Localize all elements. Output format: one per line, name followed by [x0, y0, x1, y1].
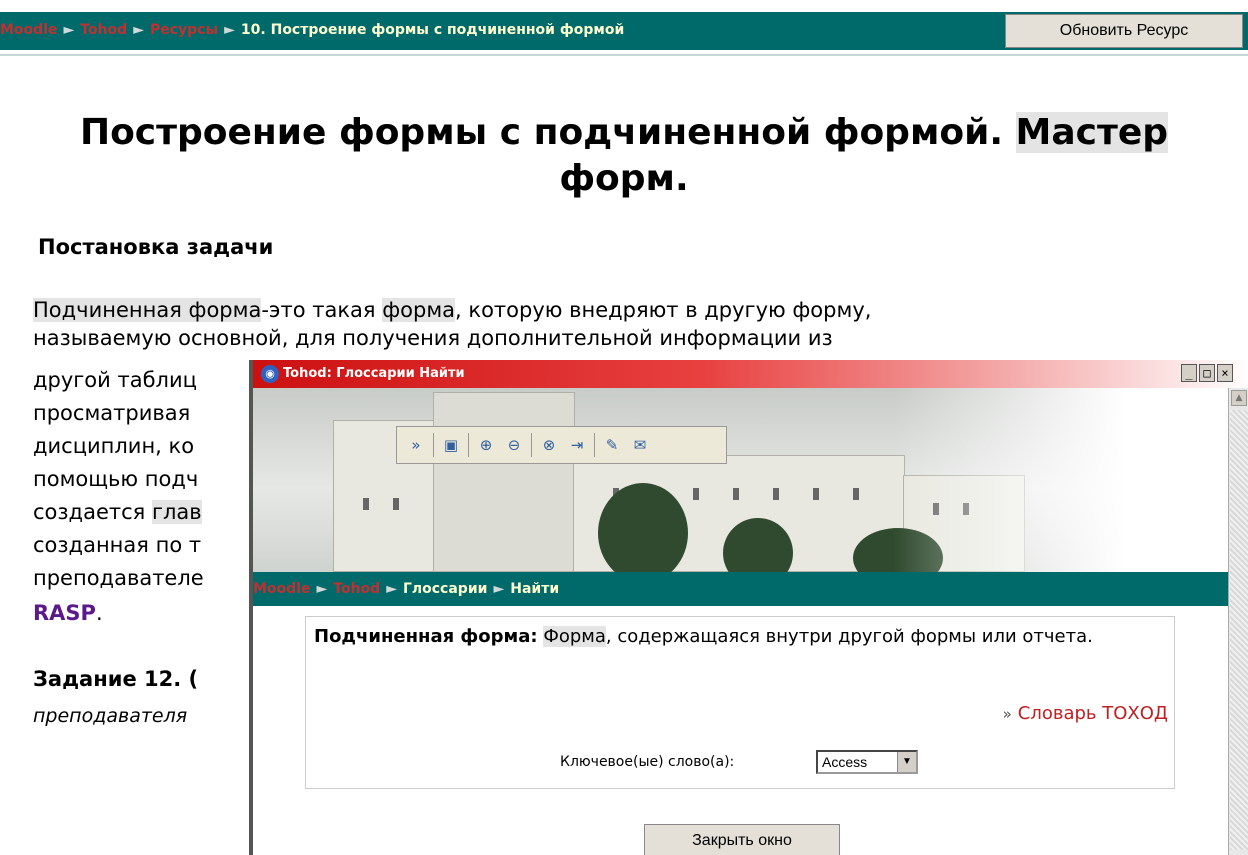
glossary-term-link[interactable]: Подчиненная форма: [33, 298, 262, 322]
glossary-popup-window: ◉ Tohod: Глоссарии Найти _ □ × » ▣ ⊕ ⊖ ⊗…: [249, 360, 1248, 855]
glossary-term-link[interactable]: глав: [151, 500, 202, 524]
zoom-in-icon[interactable]: ⊕: [475, 434, 497, 456]
breadcrumb: Moodle ► Tohod ► Ресурсы ► 10. Построение форм…: [0, 22, 624, 38]
entry-term: Подчиненная форма:: [314, 626, 538, 647]
toolbar-separator: [433, 433, 434, 457]
toolbar-separator: [531, 433, 532, 457]
popup-navbar: Moodle ► Tohod ► Глоссарии ► Найти: [253, 572, 1228, 606]
navbar-divider: [0, 54, 1248, 56]
zoom-out-icon[interactable]: ⊖: [503, 434, 525, 456]
popup-title: Tohod: Глоссарии Найти: [283, 366, 465, 381]
crumb-moodle[interactable]: Moodle: [0, 22, 57, 38]
email-icon[interactable]: ✉: [629, 434, 651, 456]
crumb-current: Найти: [510, 581, 560, 597]
window-mark: [853, 488, 859, 500]
para-fragment: создается глав: [33, 498, 202, 526]
banner-fade: [893, 388, 1228, 572]
glossary-entry: Подчиненная форма: Форма, содержащаяся в…: [305, 616, 1175, 789]
page-title: Построение формы с подчиненной формой. М…: [0, 110, 1248, 202]
glossary-term-link[interactable]: Форма: [543, 626, 606, 647]
para-text: , которую внедряют в другую форму,: [455, 298, 872, 322]
export-icon[interactable]: ⇥: [566, 434, 588, 456]
building-tower: [433, 392, 575, 572]
crumb-tohod[interactable]: Tohod: [80, 22, 127, 38]
definition-text: , содержащаяся внутри другой формы или о…: [605, 626, 1093, 647]
window-mark: [773, 488, 779, 500]
entry-definition: Подчиненная форма: Форма, содержащаяся в…: [314, 625, 1164, 649]
para-fragment: другой таблиц: [33, 368, 197, 392]
popup-titlebar[interactable]: ◉ Tohod: Глоссарии Найти _ □ ×: [253, 360, 1248, 388]
scroll-track[interactable]: [1230, 410, 1248, 850]
crumb-tohod[interactable]: Tohod: [333, 581, 380, 597]
para-text: называемую основной, для получения допол…: [33, 326, 833, 350]
minimize-icon[interactable]: _: [1181, 364, 1197, 382]
maximize-icon[interactable]: □: [1199, 364, 1215, 382]
crumb-separator-icon: ►: [133, 22, 144, 38]
glossary-term-link[interactable]: форма: [382, 298, 456, 322]
crumb-moodle[interactable]: Moodle: [253, 581, 310, 597]
para-fragment: RASP.: [33, 599, 103, 627]
para-fragment: дисциплин, ко: [33, 434, 195, 458]
close-window-icon[interactable]: ×: [1217, 364, 1233, 382]
para-text: .: [95, 601, 103, 625]
para-text: создается: [33, 500, 152, 524]
tree: [598, 483, 688, 572]
window-mark: [693, 488, 699, 500]
browser-globe-icon: ◉: [261, 365, 279, 383]
toolbar-separator: [468, 433, 469, 457]
save-icon[interactable]: ▣: [440, 434, 462, 456]
keywords-label: Ключевое(ые) слово(а):: [560, 754, 735, 770]
task-subtext: преподавателя: [33, 705, 188, 727]
collapse-icon[interactable]: »: [405, 434, 427, 456]
window-mark: [813, 488, 819, 500]
crumb-separator-icon: ►: [63, 22, 75, 38]
dictionary-link-label[interactable]: Словарь ТОХОД: [1018, 703, 1168, 724]
toolbar-separator: [594, 433, 595, 457]
task-heading: Задание 12. (: [33, 667, 199, 691]
crumb-current: 10. Построение формы с подчиненной формо…: [240, 22, 625, 38]
title-highlight: Мастер: [1015, 112, 1169, 153]
para-text: -это такая: [261, 298, 383, 322]
dictionary-link[interactable]: » Словарь ТОХОД: [1003, 703, 1168, 724]
window-mark: [733, 488, 739, 500]
crumb-separator-icon: ►: [224, 22, 235, 38]
crumb-glossaries[interactable]: Глоссарии: [403, 581, 487, 597]
crumb-separator-icon: ►: [386, 581, 397, 597]
title-text: Построение формы с подчиненной формой.: [79, 112, 1016, 153]
crumb-separator-icon: ►: [493, 581, 505, 597]
window-mark: [393, 498, 399, 510]
link-icon[interactable]: ⊗: [538, 434, 560, 456]
para-fragment: просматривая: [33, 401, 191, 425]
campus-banner-image: » ▣ ⊕ ⊖ ⊗ ⇥ ✎ ✉: [253, 388, 1228, 572]
navbar: Moodle ► Tohod ► Ресурсы ► 10. Построение форм…: [0, 0, 1248, 60]
para-fragment: преподавателе: [33, 566, 204, 590]
scroll-up-icon[interactable]: ▲: [1231, 390, 1247, 406]
edit-icon[interactable]: ✎: [601, 434, 623, 456]
title-line2: форм.: [559, 158, 689, 199]
keyword-select-value: Access: [822, 754, 868, 770]
para-fragment: помощью подч: [33, 467, 199, 491]
image-toolbar: » ▣ ⊕ ⊖ ⊗ ⇥ ✎ ✉: [396, 426, 727, 464]
crumb-separator-icon: ►: [316, 581, 328, 597]
popup-breadcrumb: Moodle ► Tohod ► Глоссарии ► Найти: [253, 581, 559, 597]
intro-paragraph: Подчиненная форма-это такая форма, котор…: [33, 296, 1233, 352]
close-window-button[interactable]: Закрыть окно: [644, 824, 840, 855]
window-mark: [363, 498, 369, 510]
dropdown-arrow-icon[interactable]: ▼: [897, 752, 916, 772]
popup-scrollbar[interactable]: ▲: [1228, 388, 1248, 855]
section-heading: Постановка задачи: [38, 235, 274, 259]
crumb-resources[interactable]: Ресурсы: [150, 22, 218, 38]
update-resource-button[interactable]: Обновить Ресурс: [1005, 14, 1243, 48]
keyword-select[interactable]: Access ▼: [816, 750, 918, 774]
double-chevron-icon: »: [1002, 705, 1012, 723]
rasp-link[interactable]: RASP: [33, 601, 96, 625]
para-fragment: созданная по т: [33, 533, 202, 557]
